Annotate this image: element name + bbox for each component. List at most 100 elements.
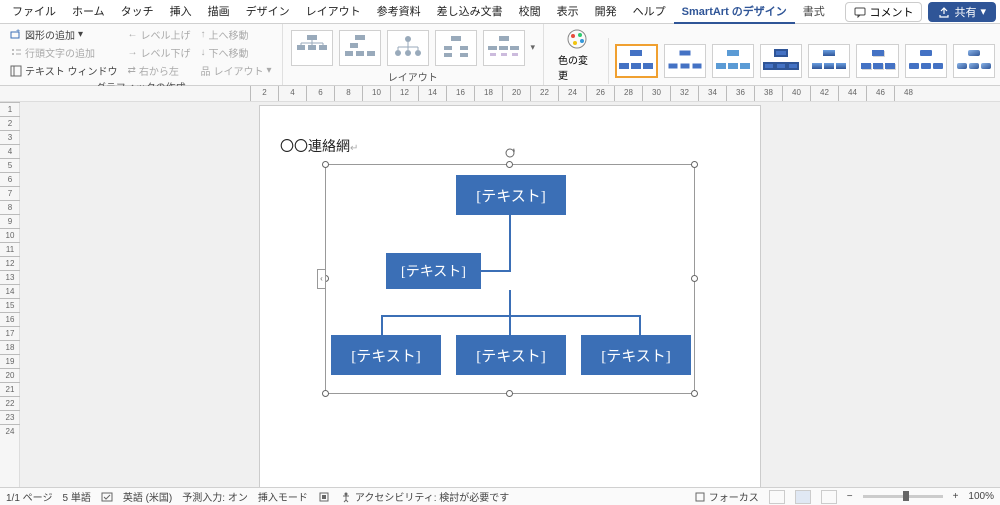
status-bar: 1/1 ページ 5 単語 英語 (米国) 予測入力: オン 挿入モード アクセシ… — [0, 487, 1000, 505]
zoom-slider-thumb[interactable] — [903, 491, 909, 501]
tab-design[interactable]: デザイン — [238, 0, 298, 24]
tab-developer[interactable]: 開発 — [587, 0, 625, 24]
layout-thumb-2[interactable] — [339, 30, 381, 66]
comment-button[interactable]: コメント — [845, 2, 922, 22]
move-down-button[interactable]: ↓ 下へ移動 — [198, 44, 273, 61]
workspace: 123456789101112131415161718192021222324 … — [0, 102, 1000, 487]
add-bullet-button[interactable]: 行頭文字の追加 — [8, 44, 119, 61]
smartart-node-child-1[interactable]: [テキスト] — [331, 335, 441, 375]
layout-thumb-1[interactable] — [291, 30, 333, 66]
status-predict[interactable]: 予測入力: オン — [182, 489, 248, 504]
rtl-button[interactable]: ⇄ 右から左 — [125, 62, 192, 79]
share-icon — [938, 6, 950, 18]
tab-draw[interactable]: 描画 — [200, 0, 238, 24]
style-thumb-8[interactable] — [953, 44, 995, 78]
change-colors-label: 色の変更 — [558, 52, 596, 82]
tab-file[interactable]: ファイル — [4, 0, 64, 24]
canvas-area[interactable]: 〇〇連絡網↵ ‹ [テキ — [20, 102, 1000, 487]
chevron-down-icon: ▾ — [980, 5, 986, 18]
ribbon: +図形の追加 ▾ 行頭文字の追加 テキスト ウィンドウ ← レベル上げ → レベ… — [0, 24, 1000, 86]
zoom-slider[interactable] — [863, 495, 943, 498]
status-accessibility[interactable]: アクセシビリティ: 検討が必要です — [340, 489, 509, 504]
tab-layout[interactable]: レイアウト — [298, 0, 369, 24]
focus-icon — [694, 491, 706, 503]
zoom-level[interactable]: 100% — [968, 491, 994, 502]
ribbon-group-layouts: ▾ レイアウト — [283, 24, 545, 85]
tab-smartart-design[interactable]: SmartArt のデザイン — [674, 0, 795, 24]
text-pane-button[interactable]: テキスト ウィンドウ — [8, 62, 119, 79]
text-pane-icon — [10, 65, 22, 77]
layout-thumb-3[interactable] — [387, 30, 429, 66]
zoom-in-button[interactable]: + — [953, 491, 959, 502]
resize-handle-bm[interactable] — [506, 390, 513, 397]
view-print-button[interactable] — [795, 490, 811, 504]
add-shape-icon: + — [10, 29, 22, 41]
tab-touch[interactable]: タッチ — [113, 0, 162, 24]
status-insert-mode[interactable]: 挿入モード — [258, 489, 308, 504]
share-button[interactable]: 共有 ▾ — [928, 2, 996, 22]
share-label: 共有 — [954, 4, 976, 20]
resize-handle-br[interactable] — [691, 390, 698, 397]
resize-handle-tr[interactable] — [691, 161, 698, 168]
ruler-horizontal[interactable]: 2468101214161820222426283032343638404244… — [0, 86, 1000, 102]
menu-bar: ファイル ホーム タッチ 挿入 描画 デザイン レイアウト 参考資料 差し込み文… — [0, 0, 1000, 24]
smartart-node-root[interactable]: [テキスト] — [456, 175, 566, 215]
ribbon-group-create: +図形の追加 ▾ 行頭文字の追加 テキスト ウィンドウ ← レベル上げ → レベ… — [0, 24, 283, 85]
resize-handle-mr[interactable] — [691, 275, 698, 282]
palette-icon — [565, 28, 589, 50]
spellcheck-icon — [101, 491, 113, 503]
style-thumb-5[interactable] — [808, 44, 850, 78]
style-thumb-1[interactable] — [615, 44, 657, 78]
comment-label: コメント — [869, 4, 913, 20]
change-colors-button[interactable]: 色の変更 ▾ — [552, 26, 602, 95]
layout-thumb-4[interactable] — [435, 30, 477, 66]
smartart-node-assistant[interactable]: [テキスト] — [386, 253, 481, 289]
tab-references[interactable]: 参考資料 — [369, 0, 429, 24]
layouts-more-icon[interactable]: ▾ — [531, 42, 536, 53]
status-macro[interactable] — [318, 491, 330, 503]
style-thumb-2[interactable] — [664, 44, 706, 78]
smartart-node-child-3[interactable]: [テキスト] — [581, 335, 691, 375]
style-thumb-7[interactable] — [905, 44, 947, 78]
rotate-handle[interactable] — [504, 147, 516, 159]
tab-review[interactable]: 校閲 — [511, 0, 549, 24]
tab-home[interactable]: ホーム — [64, 0, 113, 24]
svg-text:+: + — [16, 29, 20, 35]
tab-view[interactable]: 表示 — [549, 0, 587, 24]
tab-insert[interactable]: 挿入 — [162, 0, 200, 24]
bullet-icon — [10, 47, 22, 59]
view-web-button[interactable] — [821, 490, 837, 504]
move-up-button[interactable]: ↑ 上へ移動 — [198, 26, 273, 43]
smartart-frame[interactable]: ‹ [テキスト] [テキスト] [テキスト] [テキスト] [テキスト] — [325, 164, 695, 394]
style-thumb-4[interactable] — [760, 44, 802, 78]
comment-icon — [854, 6, 866, 18]
ribbon-group-styles: 色の変更 ▾ ▾ SmartArt のスタイル — [544, 24, 1000, 85]
ruler-vertical[interactable]: 123456789101112131415161718192021222324 — [0, 102, 20, 487]
status-page[interactable]: 1/1 ページ — [6, 489, 52, 504]
resize-handle-bl[interactable] — [322, 390, 329, 397]
zoom-out-button[interactable]: − — [847, 491, 853, 502]
group-label-layouts: レイアウト — [291, 69, 536, 85]
tab-mailings[interactable]: 差し込み文書 — [429, 0, 511, 24]
tab-format[interactable]: 書式 — [795, 0, 833, 24]
demote-button[interactable]: → レベル下げ — [125, 44, 192, 61]
status-spellcheck[interactable] — [101, 491, 113, 503]
document-page[interactable]: 〇〇連絡網↵ ‹ [テキ — [260, 106, 760, 487]
macro-icon — [318, 491, 330, 503]
promote-button[interactable]: ← レベル上げ — [125, 26, 192, 43]
smartart-node-child-2[interactable]: [テキスト] — [456, 335, 566, 375]
text-pane-toggle[interactable]: ‹ — [317, 269, 326, 289]
layout-thumb-5[interactable] — [483, 30, 525, 66]
resize-handle-tl[interactable] — [322, 161, 329, 168]
layout-dropdown[interactable]: 品 レイアウト ▾ — [198, 62, 273, 79]
view-read-button[interactable] — [769, 490, 785, 504]
add-shape-button[interactable]: +図形の追加 ▾ — [8, 26, 119, 43]
status-language[interactable]: 英語 (米国) — [123, 489, 172, 504]
accessibility-icon — [340, 491, 352, 503]
resize-handle-tm[interactable] — [506, 161, 513, 168]
tab-help[interactable]: ヘルプ — [625, 0, 674, 24]
status-words[interactable]: 5 単語 — [62, 489, 90, 504]
status-focus[interactable]: フォーカス — [694, 489, 759, 504]
style-thumb-3[interactable] — [712, 44, 754, 78]
style-thumb-6[interactable] — [856, 44, 898, 78]
